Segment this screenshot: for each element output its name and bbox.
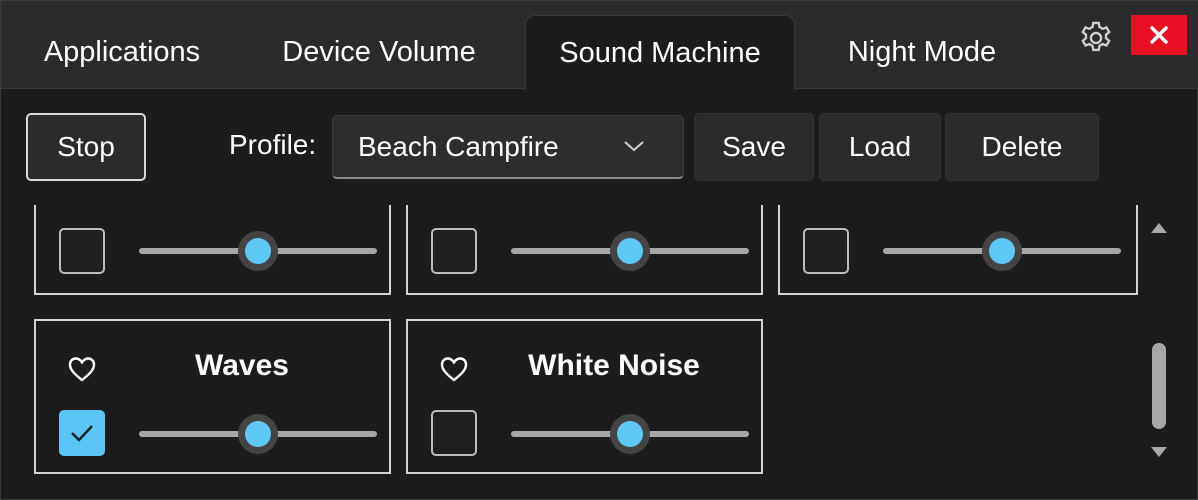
delete-button[interactable]: Delete [945, 113, 1099, 181]
sound-card-waves: Waves [34, 319, 391, 474]
sound-enable-checkbox[interactable] [431, 410, 477, 456]
save-button[interactable]: Save [694, 113, 814, 181]
profile-dropdown[interactable]: Beach Campfire [332, 115, 684, 179]
sound-volume-slider[interactable] [511, 414, 749, 454]
sound-volume-slider[interactable] [883, 231, 1121, 271]
close-icon [1150, 26, 1168, 44]
slider-thumb[interactable] [610, 231, 650, 271]
sound-volume-slider[interactable] [139, 414, 377, 454]
tab-device-volume[interactable]: Device Volume [253, 15, 505, 89]
sound-card [778, 205, 1138, 295]
chevron-down-icon [624, 141, 644, 152]
slider-thumb[interactable] [610, 414, 650, 454]
scrollbar-thumb[interactable] [1152, 343, 1166, 429]
sound-enable-checkbox[interactable] [803, 228, 849, 274]
tab-night-mode[interactable]: Night Mode [807, 15, 1037, 89]
checkmark-icon [71, 425, 93, 442]
sound-card [34, 205, 391, 295]
slider-thumb[interactable] [238, 414, 278, 454]
sound-machine-window: Applications Device Volume Sound Machine… [0, 0, 1198, 500]
sound-volume-slider[interactable] [511, 231, 749, 271]
profile-value: Beach Campfire [358, 130, 559, 162]
load-button[interactable]: Load [819, 113, 941, 181]
sound-card [406, 205, 763, 295]
stop-button[interactable]: Stop [26, 113, 146, 181]
tab-sound-machine[interactable]: Sound Machine [525, 15, 795, 90]
heart-icon[interactable] [439, 355, 469, 383]
sound-volume-slider[interactable] [139, 231, 377, 271]
sound-enable-checkbox[interactable] [59, 410, 105, 456]
sound-enable-checkbox[interactable] [431, 228, 477, 274]
scroll-up-arrow-icon[interactable] [1147, 217, 1171, 237]
sound-enable-checkbox[interactable] [59, 228, 105, 274]
sound-card-white-noise: White Noise [406, 319, 763, 474]
heart-icon[interactable] [67, 355, 97, 383]
scroll-down-arrow-icon[interactable] [1147, 443, 1171, 463]
gear-icon[interactable] [1077, 19, 1115, 57]
tab-strip: Applications Device Volume Sound Machine… [1, 1, 1198, 90]
sound-name: Waves [195, 349, 289, 382]
slider-thumb[interactable] [238, 231, 278, 271]
slider-thumb[interactable] [982, 231, 1022, 271]
tab-applications[interactable]: Applications [11, 15, 233, 89]
close-button[interactable] [1131, 15, 1187, 55]
profile-label: Profile: [229, 129, 317, 160]
sound-name: White Noise [528, 349, 700, 382]
